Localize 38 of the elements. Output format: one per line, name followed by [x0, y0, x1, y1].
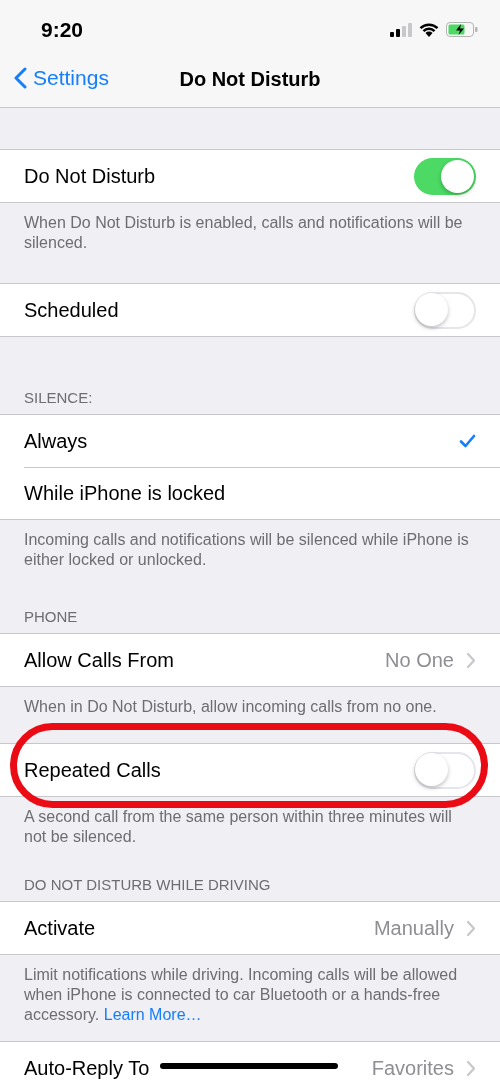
section-header: SILENCE: — [24, 388, 93, 408]
row-label: Allow Calls From — [24, 648, 175, 672]
checkmark-icon — [459, 434, 476, 448]
back-chevron-icon — [14, 67, 27, 89]
row-value: No One — [385, 648, 454, 672]
row-label: Always — [24, 429, 88, 453]
row-label: Do Not Disturb — [24, 164, 156, 188]
footer-text: When Do Not Disturb is enabled, calls and notifications will be silenced. — [23, 213, 464, 253]
toggle-switch[interactable] — [414, 751, 476, 789]
row-value: Manually — [373, 916, 454, 940]
clock: 9:20 — [41, 16, 84, 42]
battery-charging-icon — [446, 22, 478, 37]
signal-icon — [390, 22, 412, 37]
footer-text: Incoming calls and notifications will be silenced while iPhone is either locked or unlocked. — [23, 530, 470, 570]
toggle-switch[interactable] — [414, 157, 476, 195]
back-button[interactable]: Settings — [14, 66, 109, 90]
wifi-icon — [419, 22, 439, 37]
chevron-right-icon — [466, 1059, 476, 1077]
row-label: While iPhone is locked — [24, 481, 226, 505]
section-header: PHONE — [24, 607, 78, 627]
row-label: Auto-Reply To — [24, 1056, 150, 1080]
chevron-right-icon — [466, 651, 476, 669]
footer-text: When in Do Not Disturb, allow incoming calls from no one. — [23, 697, 438, 717]
option-row[interactable]: While iPhone is locked — [0, 467, 500, 519]
screen-title: Do Not Disturb — [179, 68, 321, 91]
row-label: Repeated Calls — [24, 758, 161, 782]
toggle-switch[interactable] — [414, 291, 476, 329]
chevron-right-icon — [466, 919, 476, 937]
option-row[interactable]: Always — [0, 415, 500, 467]
section-header: DO NOT DISTURB WHILE DRIVING — [24, 875, 271, 895]
disclosure-row[interactable]: Allow Calls From No One — [0, 634, 500, 686]
row-label: Activate — [24, 916, 96, 940]
footer-text: Limit notifications while driving. Incoming calls will be allowed when iPhone is connected to car Bluetooth or a hands-free accessory. Learn More… — [23, 965, 459, 1025]
row-value: Favorites — [371, 1056, 454, 1080]
disclosure-row[interactable]: Auto-Reply To Favorites — [0, 1042, 500, 1081]
row-label: Scheduled — [24, 298, 119, 322]
disclosure-row[interactable]: Activate Manually — [0, 902, 500, 954]
footer-text: A second call from the same person within three minutes will not be silenced. — [23, 807, 453, 847]
